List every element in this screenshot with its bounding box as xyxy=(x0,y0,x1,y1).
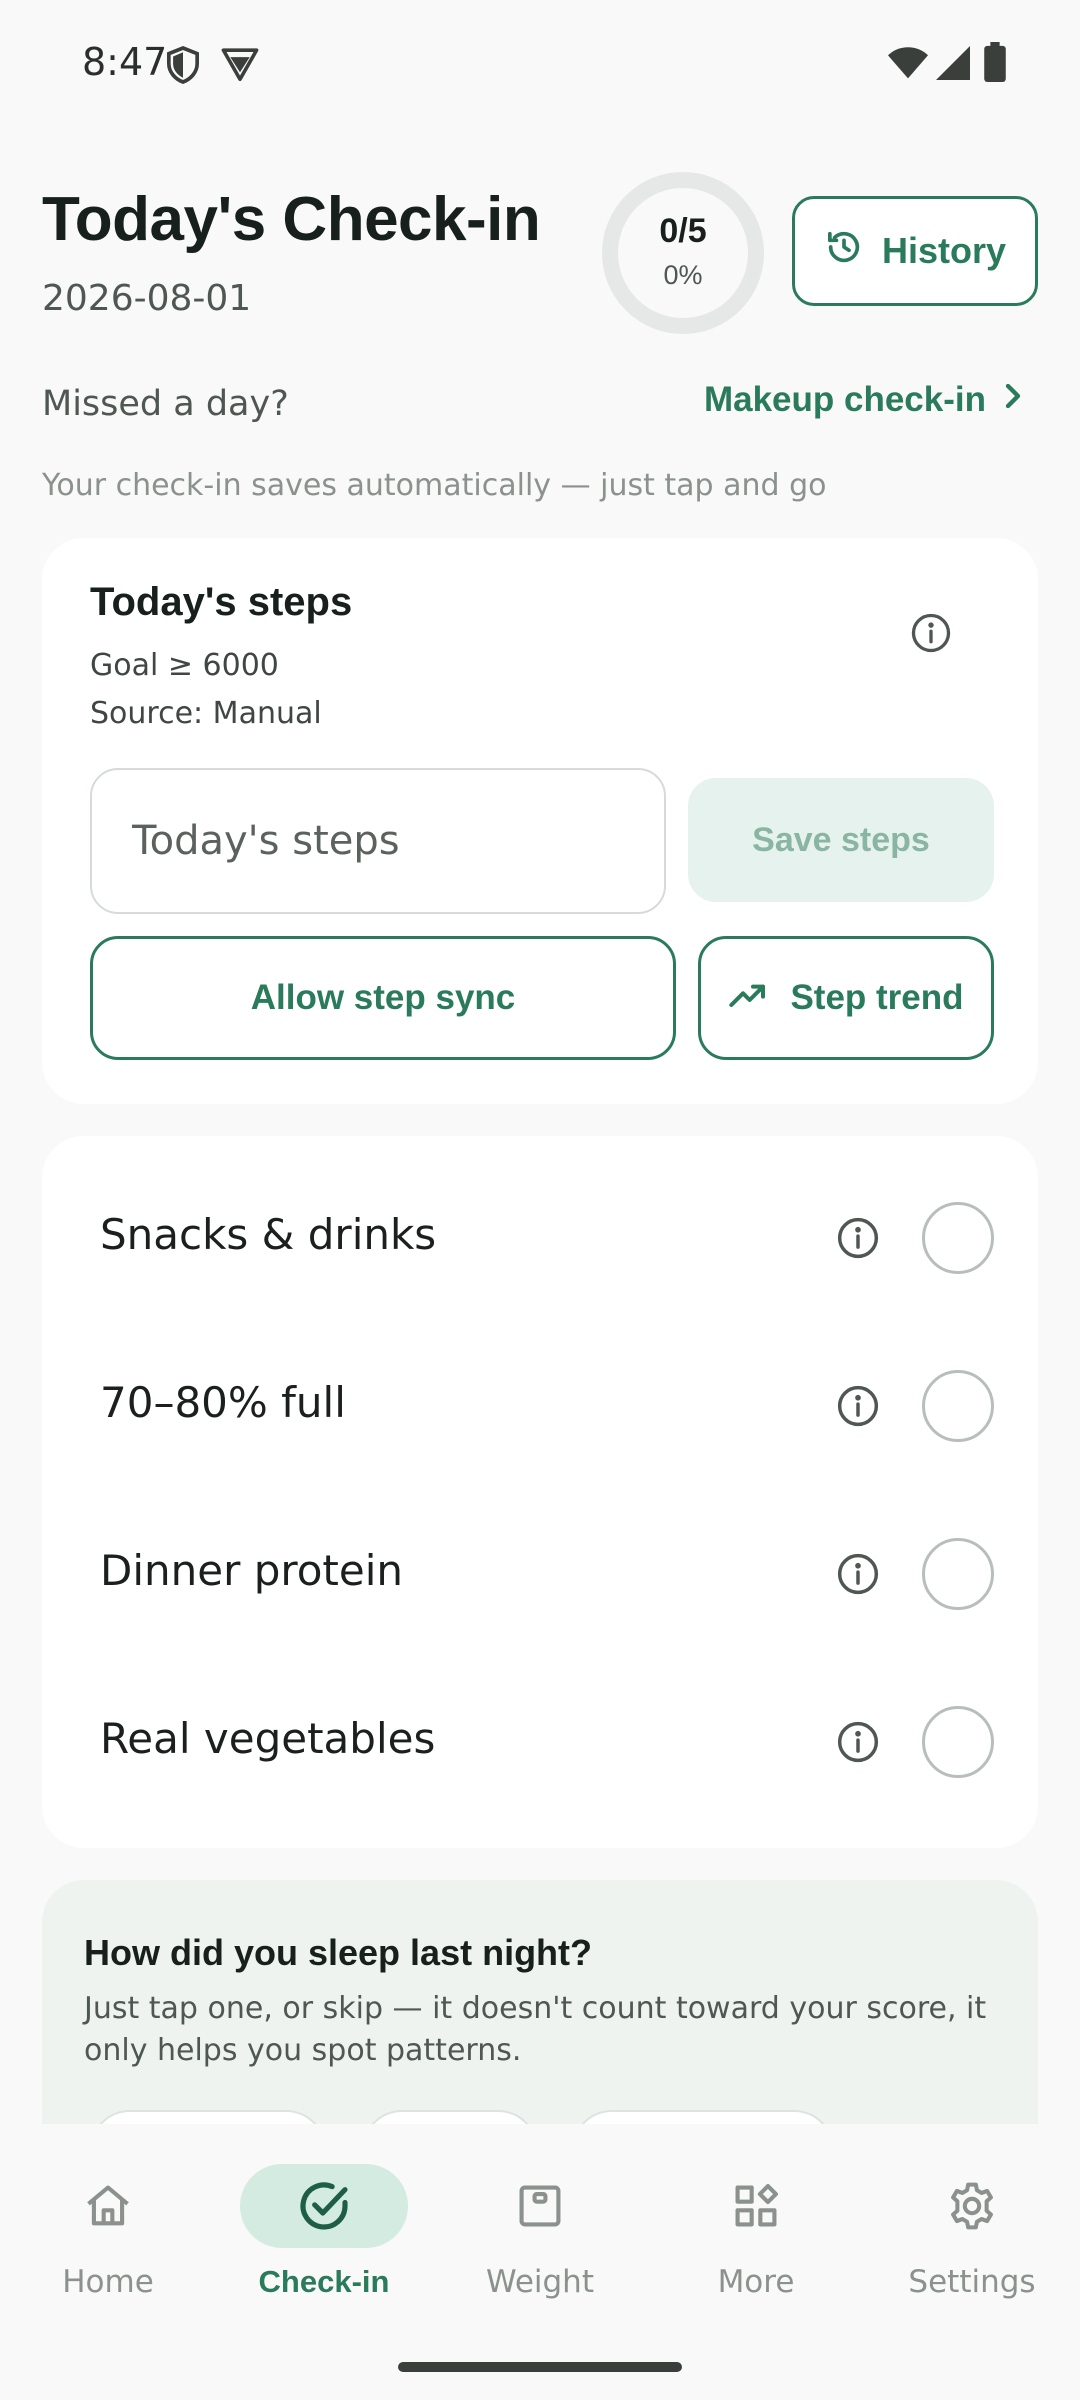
autosave-hint: Your check-in saves automatically — just… xyxy=(42,468,827,503)
status-bar: 8:47 xyxy=(0,0,1080,128)
history-label: History xyxy=(881,230,1007,271)
habit-info-icon[interactable] xyxy=(836,1552,880,1601)
chevron-right-icon xyxy=(1002,380,1024,420)
habit-row-snacks: Snacks & drinks xyxy=(42,1154,1038,1322)
nav-label-more: More xyxy=(717,2264,795,2300)
nav-item-more[interactable]: More xyxy=(648,2164,864,2334)
habit-info-icon[interactable] xyxy=(836,1384,880,1433)
makeup-check-in-link[interactable]: Makeup check-in xyxy=(704,380,1024,420)
steps-input[interactable] xyxy=(90,768,666,914)
nav-item-check-in[interactable]: Check-in xyxy=(216,2164,432,2334)
habit-row-fullness: 70–80% full xyxy=(42,1322,1038,1490)
nav-item-home[interactable]: Home xyxy=(0,2164,216,2334)
progress-ring: 0/5 0% xyxy=(600,170,766,336)
history-icon xyxy=(824,227,864,276)
allow-step-sync-button[interactable]: Allow step sync xyxy=(90,936,676,1060)
progress-count: 0/5 xyxy=(659,212,707,250)
bottom-navigation: Home Check-in Weight More Settings xyxy=(0,2124,1080,2400)
step-trend-label: Step trend xyxy=(790,978,964,1017)
habit-label: Snacks & drinks xyxy=(100,1210,437,1259)
scale-icon xyxy=(456,2164,624,2248)
habit-label: 70–80% full xyxy=(100,1378,346,1427)
habit-checkbox[interactable] xyxy=(922,1202,994,1274)
gear-icon xyxy=(888,2164,1056,2248)
habit-checkbox[interactable] xyxy=(922,1706,994,1778)
check-in-date: 2026-08-01 xyxy=(42,278,252,319)
habits-card: Snacks & drinks 70–80% full Dinner prote… xyxy=(42,1136,1038,1848)
missed-day-text: Missed a day? xyxy=(42,384,289,424)
habit-checkbox[interactable] xyxy=(922,1538,994,1610)
home-indicator[interactable] xyxy=(398,2362,682,2372)
nav-label-check-in: Check-in xyxy=(258,2264,390,2299)
signal-icon xyxy=(936,46,970,85)
habit-row-vegetables: Real vegetables xyxy=(42,1658,1038,1826)
habit-label: Dinner protein xyxy=(100,1546,404,1595)
habit-info-icon[interactable] xyxy=(836,1720,880,1769)
nav-item-weight[interactable]: Weight xyxy=(432,2164,648,2334)
steps-goal: Goal ≥ 6000 xyxy=(90,648,279,683)
steps-card: Today's steps Goal ≥ 6000 Source: Manual… xyxy=(42,538,1038,1104)
grid-icon xyxy=(672,2164,840,2248)
save-steps-button[interactable]: Save steps xyxy=(688,778,994,902)
step-trend-button[interactable]: Step trend xyxy=(698,936,994,1060)
nav-label-weight: Weight xyxy=(485,2264,594,2300)
check-circle-icon xyxy=(240,2164,408,2248)
nav-label-home: Home xyxy=(62,2264,154,2300)
nav-label-settings: Settings xyxy=(908,2264,1036,2300)
sleep-description: Just tap one, or skip — it doesn't count… xyxy=(84,1991,987,2068)
nav-item-settings[interactable]: Settings xyxy=(864,2164,1080,2334)
trending-up-icon xyxy=(728,978,768,1018)
makeup-check-in-label: Makeup check-in xyxy=(703,380,986,419)
habit-info-icon[interactable] xyxy=(836,1216,880,1265)
vpn-shield-icon xyxy=(220,46,260,87)
steps-source: Source: Manual xyxy=(90,696,322,731)
wifi-icon xyxy=(888,46,928,85)
shield-icon xyxy=(166,46,200,89)
status-time: 8:47 xyxy=(82,40,168,84)
habit-label: Real vegetables xyxy=(100,1714,436,1763)
history-button[interactable]: History xyxy=(792,196,1038,306)
steps-title: Today's steps xyxy=(90,580,353,624)
battery-icon xyxy=(984,42,1006,87)
habit-checkbox[interactable] xyxy=(922,1370,994,1442)
habit-row-protein: Dinner protein xyxy=(42,1490,1038,1658)
check-in-screen: 8:47 Today's Check-in 2026-08-01 0/5 0% xyxy=(0,0,1080,2400)
page-title: Today's Check-in xyxy=(42,185,541,254)
steps-info-icon[interactable] xyxy=(910,612,952,659)
home-icon xyxy=(24,2164,192,2248)
sleep-title: How did you sleep last night? xyxy=(84,1932,593,1973)
progress-percent: 0% xyxy=(663,260,703,290)
progress-ring-graphic xyxy=(602,172,764,334)
